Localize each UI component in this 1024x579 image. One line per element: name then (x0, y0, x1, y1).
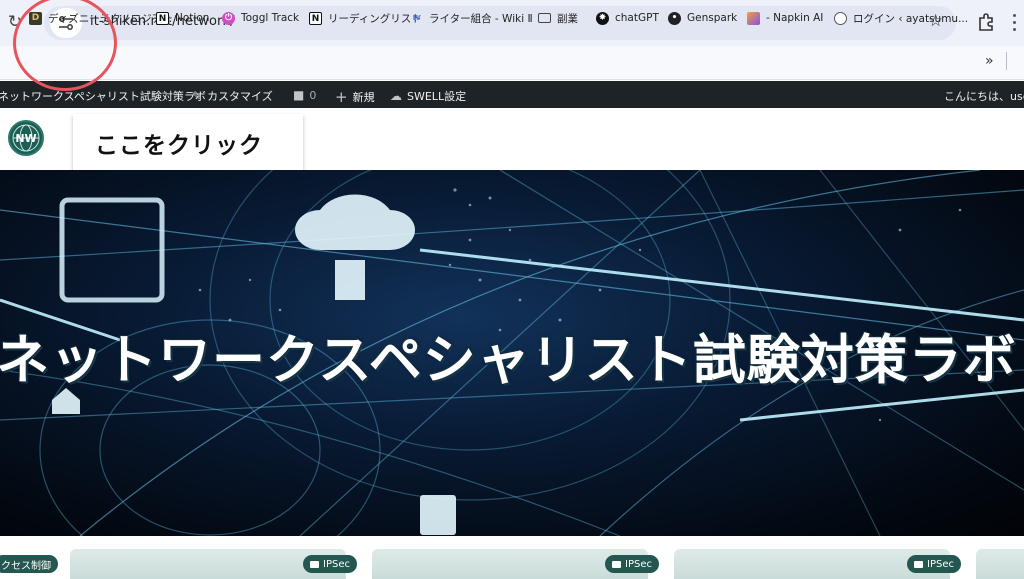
bookmark-item[interactable]: - Napkin AI (747, 9, 823, 27)
admin-swell-label: SWELL設定 (407, 90, 467, 103)
callout-text: ここをクリック (95, 133, 263, 159)
admin-site-name[interactable]: ネットワークスペシャリスト試験対策ラボ (0, 88, 206, 104)
bookmark-item[interactable]: N リーディングリスト (309, 9, 422, 27)
napkin-icon (747, 11, 760, 25)
admin-greeting: こんにちは、use (944, 90, 1024, 103)
bookmark-item[interactable]: 副業 (538, 9, 578, 27)
admin-new-label: 新規 (352, 91, 375, 104)
bookmark-label: リーディングリスト (328, 12, 422, 25)
bookmark-item[interactable]: ⏻ Toggl Track (222, 9, 299, 27)
site-logo[interactable]: NW (8, 120, 44, 156)
admin-account[interactable]: こんにちは、use (944, 88, 1024, 104)
swell-icon: ☁ (390, 89, 402, 103)
category-tag-label: IPSec (625, 558, 652, 570)
hero-banner: ネットワークスペシャリスト試験対策ラボ (0, 170, 1024, 536)
category-tag[interactable]: IPSec (907, 555, 961, 573)
category-tag-label: IPSec (927, 558, 954, 570)
bookmark-item[interactable]: ログイン ‹ ayatsumu... (834, 9, 968, 27)
bookmark-label: Toggl Track (241, 12, 300, 24)
hero-title: ネットワークスペシャリスト試験対策ラボ (0, 330, 1017, 391)
admin-swell[interactable]: ☁ SWELL設定 (390, 88, 466, 104)
extensions-icon[interactable] (977, 12, 997, 32)
bookmark-label: Notion (175, 12, 210, 24)
divider (1006, 52, 1007, 70)
plus-icon: + (335, 88, 348, 106)
genspark-icon: • (668, 11, 681, 25)
bookmarks-bar (0, 46, 1024, 80)
folder-icon (538, 13, 551, 23)
folder-icon (914, 560, 923, 568)
category-tag[interactable]: IPSec (303, 555, 357, 573)
notion-icon: N (156, 11, 169, 25)
admin-site-name-label: ネットワークスペシャリスト試験対策ラボ (0, 90, 206, 103)
toggl-icon: ⏻ (222, 11, 235, 25)
annotation-callout: ここをクリック (73, 114, 303, 178)
folder-icon (612, 560, 621, 568)
logo-text: NW (15, 132, 36, 145)
globe-logo-icon: NW (12, 124, 40, 152)
menu-icon[interactable] (1013, 10, 1017, 36)
category-tag[interactable]: IPSec (605, 555, 659, 573)
more-bookmarks-icon[interactable]: » (985, 53, 994, 69)
bookmark-label: Genspark (687, 12, 738, 24)
login-icon (834, 11, 847, 25)
bookmark-label: 副業 (557, 12, 578, 25)
comment-icon: ■ (293, 88, 305, 102)
post-card[interactable] (976, 549, 1024, 579)
bookmark-label: ライター組合 - Wiki Ⅱ (429, 12, 533, 25)
admin-comments-count: 0 (309, 88, 317, 102)
bookmark-label: ログイン ‹ ayatsumu... (853, 12, 969, 25)
admin-customize-label: カスタマイズ (207, 90, 273, 103)
wp-admin-bar: ネットワークスペシャリスト試験対策ラボ ✎ カスタマイズ ■ 0 + 新規 ☁ … (0, 81, 1024, 108)
folder-icon (310, 560, 319, 568)
bookmark-label: chatGPT (615, 12, 659, 24)
admin-comments[interactable]: ■ 0 (293, 88, 316, 102)
admin-customize[interactable]: ✎ カスタマイズ (192, 88, 273, 104)
admin-new[interactable]: + 新規 (335, 88, 375, 106)
bookmark-item[interactable]: • Genspark (668, 9, 737, 27)
bookmark-label: - Napkin AI (766, 12, 824, 24)
category-tag[interactable]: クセス制御 (0, 555, 58, 573)
openai-icon: ✸ (596, 11, 609, 25)
category-tag-label: クセス制御 (1, 560, 51, 572)
bookmark-item[interactable]: w ライター組合 - Wiki Ⅱ (410, 9, 533, 27)
bookmark-item[interactable]: ✸ chatGPT (596, 9, 659, 27)
brush-icon: ✎ (192, 89, 203, 103)
wiki-icon: w (412, 12, 421, 23)
bookmark-item[interactable]: N Notion (156, 9, 209, 27)
notion-icon: N (309, 11, 322, 25)
category-tag-label: IPSec (323, 558, 350, 570)
